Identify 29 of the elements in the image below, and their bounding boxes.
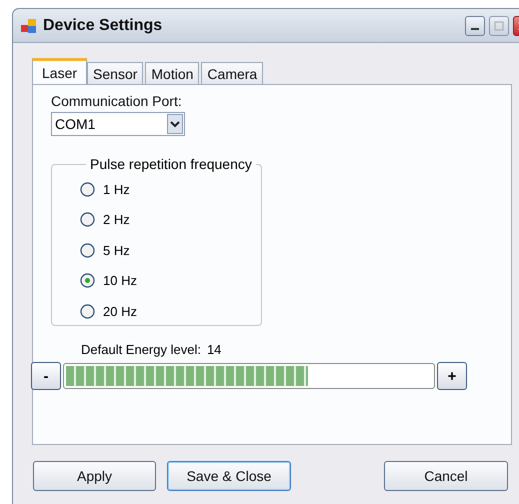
tab[interactable]: Laser xyxy=(32,58,88,84)
radio-option[interactable]: 2 Hz xyxy=(80,204,261,235)
window-title: Device Settings xyxy=(43,16,162,34)
radio-button[interactable] xyxy=(80,212,95,228)
tab[interactable]: Camera xyxy=(201,62,264,84)
app-icon xyxy=(21,18,37,32)
radio-button[interactable] xyxy=(80,182,95,197)
minimize-button[interactable] xyxy=(465,16,485,36)
maximize-icon xyxy=(494,20,504,30)
energy-label: Default Energy level: xyxy=(81,342,201,357)
minimize-icon xyxy=(471,28,479,30)
group-title: Pulse repetition frequency xyxy=(89,156,253,172)
tab[interactable]: Motion xyxy=(145,62,200,84)
radio-option[interactable]: 5 Hz xyxy=(80,235,261,266)
dialog-button[interactable]: Cancel xyxy=(384,461,508,491)
radio-button[interactable] xyxy=(80,242,95,258)
radio-button[interactable] xyxy=(80,304,95,319)
energy-value: 14 xyxy=(206,342,222,357)
port-dropdown[interactable]: COM1 xyxy=(51,112,185,136)
radio-option[interactable]: 1 Hz xyxy=(80,174,261,204)
increase-button[interactable]: + xyxy=(437,362,467,390)
dialog-button[interactable]: Save & Close xyxy=(167,461,291,491)
decrease-button[interactable]: - xyxy=(31,362,61,390)
tab[interactable]: Sensor xyxy=(87,62,144,84)
port-label: Communication Port: xyxy=(51,93,183,109)
radio-option[interactable]: 20 Hz xyxy=(80,296,261,326)
radio-button[interactable] xyxy=(80,273,95,288)
dialog-button[interactable]: Apply xyxy=(33,461,156,491)
radio-option[interactable]: 10 Hz xyxy=(80,266,261,296)
